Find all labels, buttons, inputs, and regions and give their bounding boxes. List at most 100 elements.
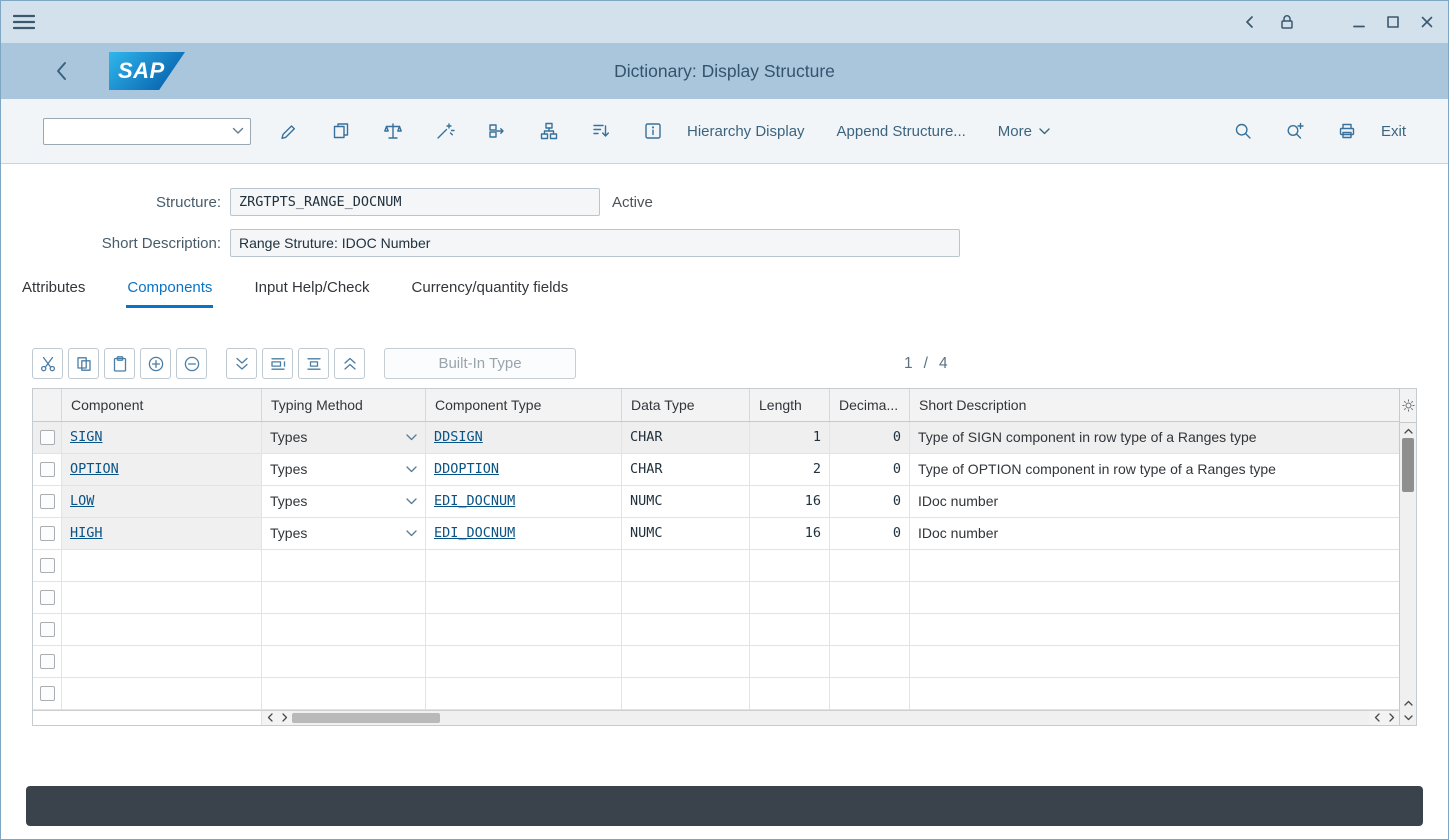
scroll-left-icon[interactable]	[1369, 711, 1384, 725]
row-checkbox[interactable]	[40, 430, 55, 445]
table-row-empty[interactable]	[33, 614, 1399, 646]
scroll-down-icon[interactable]	[1400, 710, 1416, 725]
where-used-icon[interactable]	[479, 113, 515, 149]
component-link[interactable]: OPTION	[70, 461, 119, 477]
short-description-value: Range Struture: IDOC Number	[239, 235, 430, 251]
window-titlebar	[1, 1, 1448, 43]
search-more-icon[interactable]	[1277, 113, 1313, 149]
scroll-up-icon[interactable]	[1400, 423, 1416, 438]
move-top-icon[interactable]	[334, 348, 365, 379]
row-checkbox[interactable]	[40, 526, 55, 541]
component-type-link[interactable]: EDI_DOCNUM	[434, 525, 515, 541]
maximize-icon[interactable]	[1386, 15, 1400, 29]
add-row-icon[interactable]	[140, 348, 171, 379]
row-checkbox[interactable]	[40, 686, 55, 701]
typing-method-value: Types	[270, 525, 307, 541]
cut-icon[interactable]	[32, 348, 63, 379]
component-type-link[interactable]: EDI_DOCNUM	[434, 493, 515, 509]
component-type-link[interactable]: DDOPTION	[434, 461, 499, 477]
table-row-empty[interactable]	[33, 678, 1399, 710]
hierarchy-display-button[interactable]: Hierarchy Display	[687, 123, 805, 140]
scroll-up-icon[interactable]	[1400, 695, 1416, 710]
delete-line-icon[interactable]	[298, 348, 329, 379]
table-row-empty[interactable]	[33, 582, 1399, 614]
scroll-right-icon[interactable]	[277, 711, 292, 725]
row-checkbox[interactable]	[40, 654, 55, 669]
table-row-empty[interactable]	[33, 646, 1399, 678]
header-decimals[interactable]: Decima...	[830, 389, 910, 421]
copy-icon[interactable]	[68, 348, 99, 379]
table-settings-gear-icon[interactable]	[1400, 389, 1416, 423]
horizontal-scroll-track	[440, 711, 1369, 725]
component-link[interactable]: LOW	[70, 493, 94, 509]
exit-button[interactable]: Exit	[1381, 123, 1406, 140]
data-type-cell: NUMC	[622, 486, 750, 518]
remove-row-icon[interactable]	[176, 348, 207, 379]
status-bar	[26, 786, 1423, 826]
command-field[interactable]	[43, 118, 251, 145]
length-cell: 16	[750, 518, 830, 550]
paste-icon[interactable]	[104, 348, 135, 379]
component-link[interactable]: SIGN	[70, 429, 103, 445]
display-change-icon[interactable]	[271, 113, 307, 149]
typing-method-select[interactable]: Types	[262, 454, 426, 486]
typing-method-select[interactable]: Types	[262, 422, 426, 454]
tab-input-help-check[interactable]: Input Help/Check	[253, 270, 370, 308]
insert-line-icon[interactable]	[262, 348, 293, 379]
vertical-scroll-thumb[interactable]	[1402, 438, 1414, 492]
scroll-right-icon[interactable]	[1384, 711, 1399, 725]
search-icon[interactable]	[1225, 113, 1261, 149]
table-row[interactable]: SIGN Types DDSIGN CHAR 1 0 Type of SIGN …	[33, 422, 1399, 454]
horizontal-scrollbar[interactable]	[33, 710, 1399, 725]
header-typing-method[interactable]: Typing Method	[262, 389, 426, 421]
vertical-scrollbar[interactable]	[1399, 389, 1416, 725]
lock-icon[interactable]	[1278, 13, 1296, 31]
header-data-type[interactable]: Data Type	[622, 389, 750, 421]
length-cell: 1	[750, 422, 830, 454]
sap-gui-window: SAP Dictionary: Display Structure	[0, 0, 1449, 840]
table-row[interactable]: OPTION Types DDOPTION CHAR 2 0 Type of O…	[33, 454, 1399, 486]
header-component[interactable]: Component	[62, 389, 262, 421]
print-icon[interactable]	[1329, 113, 1365, 149]
back-button[interactable]	[53, 60, 71, 82]
table-row[interactable]: LOW Types EDI_DOCNUM NUMC 16 0 IDoc numb…	[33, 486, 1399, 518]
nav-back-icon[interactable]	[1242, 14, 1258, 30]
row-checkbox[interactable]	[40, 558, 55, 573]
horizontal-scroll-thumb[interactable]	[292, 713, 440, 723]
more-button[interactable]: More	[998, 123, 1050, 140]
app-header: SAP Dictionary: Display Structure	[1, 43, 1448, 99]
command-input[interactable]	[44, 119, 226, 144]
row-checkbox[interactable]	[40, 494, 55, 509]
component-link[interactable]: HIGH	[70, 525, 103, 541]
minimize-icon[interactable]	[1352, 15, 1366, 29]
header-short-description[interactable]: Short Description	[910, 389, 1399, 421]
header-length[interactable]: Length	[750, 389, 830, 421]
activate-icon[interactable]	[427, 113, 463, 149]
table-row[interactable]: HIGH Types EDI_DOCNUM NUMC 16 0 IDoc num…	[33, 518, 1399, 550]
info-icon[interactable]	[635, 113, 671, 149]
tab-components[interactable]: Components	[126, 270, 213, 308]
typing-method-select[interactable]: Types	[262, 486, 426, 518]
table-row-empty[interactable]	[33, 550, 1399, 582]
sort-icon[interactable]	[583, 113, 619, 149]
component-type-link[interactable]: DDSIGN	[434, 429, 483, 445]
row-checkbox[interactable]	[40, 590, 55, 605]
tab-currency-quantity-fields[interactable]: Currency/quantity fields	[411, 270, 570, 308]
tab-attributes[interactable]: Attributes	[21, 270, 86, 308]
chevron-down-icon[interactable]	[226, 119, 250, 144]
typing-method-select[interactable]: Types	[262, 518, 426, 550]
append-structure-button[interactable]: Append Structure...	[837, 123, 966, 140]
row-checkbox[interactable]	[40, 462, 55, 477]
hierarchy-icon[interactable]	[531, 113, 567, 149]
check-icon[interactable]	[375, 113, 411, 149]
built-in-type-button[interactable]: Built-In Type	[384, 348, 576, 379]
move-down-icon[interactable]	[226, 348, 257, 379]
scroll-left-icon[interactable]	[262, 711, 277, 725]
structure-field[interactable]: ZRGTPTS_RANGE_DOCNUM	[230, 188, 600, 216]
row-checkbox[interactable]	[40, 622, 55, 637]
other-object-icon[interactable]	[323, 113, 359, 149]
short-description-field[interactable]: Range Struture: IDOC Number	[230, 229, 960, 257]
close-icon[interactable]	[1420, 15, 1434, 29]
menu-icon[interactable]	[13, 14, 35, 30]
header-component-type[interactable]: Component Type	[426, 389, 622, 421]
